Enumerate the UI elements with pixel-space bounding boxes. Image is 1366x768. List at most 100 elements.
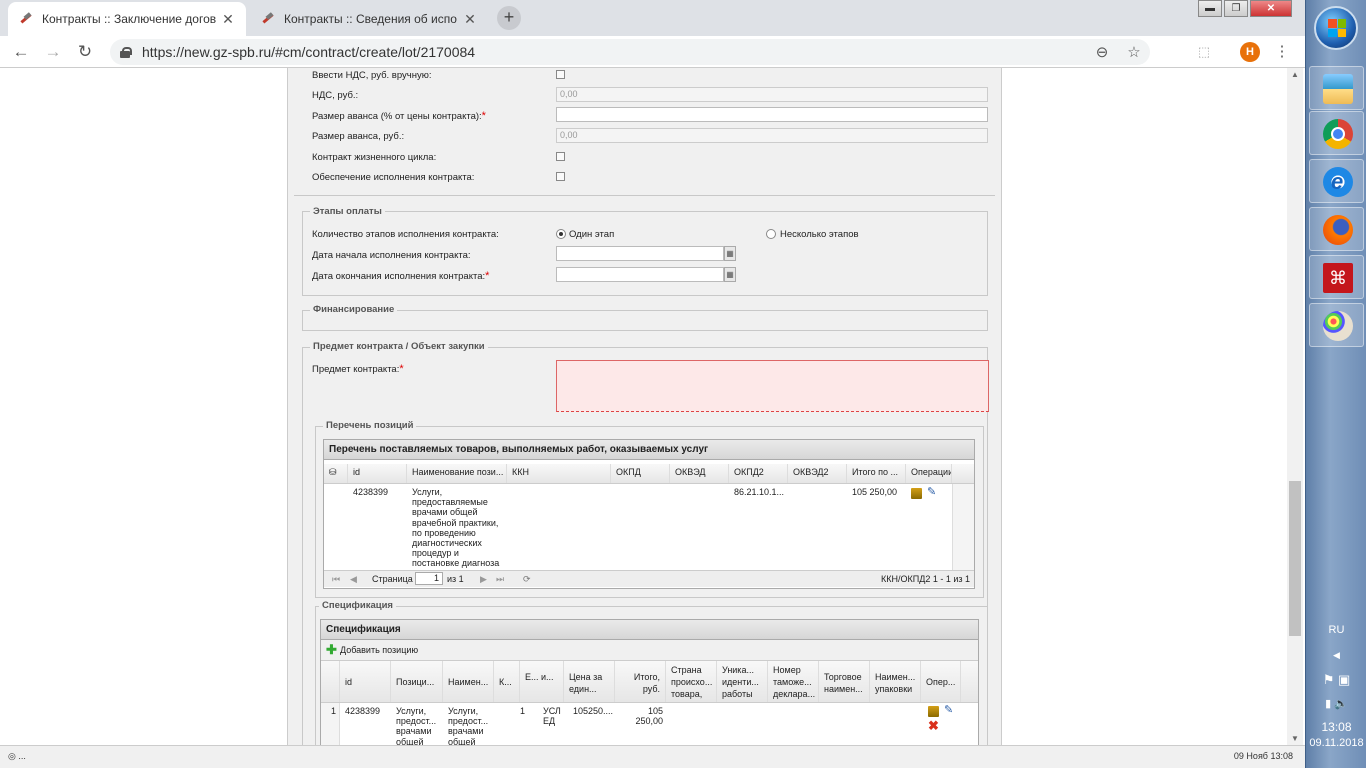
close-icon[interactable]: ✕ — [462, 11, 478, 28]
column-header[interactable]: Итого, руб. — [615, 661, 666, 702]
column-header[interactable]: Итого по ... — [847, 464, 906, 483]
back-icon[interactable]: ← — [10, 41, 32, 63]
scroll-down-icon[interactable]: ▼ — [1287, 734, 1303, 743]
clock-date[interactable]: 09.11.2018 — [1306, 737, 1366, 749]
column-header[interactable]: ККН — [507, 464, 611, 483]
document-icon[interactable] — [928, 706, 939, 717]
column-header[interactable]: Опер... — [921, 661, 961, 702]
scroll-up-icon[interactable]: ▲ — [1287, 70, 1303, 79]
security-checkbox[interactable] — [556, 172, 565, 181]
first-page-icon[interactable]: ⏮ — [332, 574, 340, 585]
one-stage-radio[interactable] — [556, 229, 566, 239]
table-row[interactable]: 1 4238399 Услуги, предост... врачами общ… — [321, 703, 961, 745]
subject-textarea[interactable] — [556, 360, 989, 412]
column-header[interactable]: id — [340, 661, 391, 702]
taskbar-internet-explorer[interactable]: e — [1309, 159, 1364, 203]
column-header[interactable]: ОКВЭД — [670, 464, 729, 483]
tab-contract-conclusion[interactable]: Контракты :: Заключение догов ✕ — [8, 2, 246, 36]
column-header[interactable]: Наимен... упаковки — [870, 661, 921, 702]
browser-toolbar: ← → ↻ https://new.gz-spb.ru/#cm/contract… — [0, 36, 1305, 68]
gavel-icon — [18, 11, 34, 27]
column-header[interactable]: Цена за един... — [564, 661, 615, 702]
column-header[interactable]: Страна происхо... товара, ... — [666, 661, 717, 702]
clear-filter-icon[interactable]: ⛁ — [324, 464, 348, 483]
vat-label: НДС, руб.: — [312, 90, 359, 101]
pdf-extension-icon[interactable]: ⬚ — [1194, 42, 1214, 62]
advance-percent-field[interactable] — [556, 107, 988, 122]
column-header[interactable]: Операции — [906, 464, 952, 483]
minimize-button[interactable]: ▬ — [1198, 0, 1222, 17]
new-tab-button[interactable]: + — [497, 6, 521, 30]
page-number-input[interactable]: 1 — [415, 572, 443, 585]
edit-pencil-icon[interactable]: ✎ — [944, 705, 955, 716]
contract-form: Ввести НДС, руб. вручную: НДС, руб.: 0,0… — [287, 68, 1002, 745]
column-header[interactable]: Позици... — [391, 661, 443, 702]
pager-summary: ККН/ОКПД2 1 - 1 из 1 — [881, 574, 970, 584]
tab-title: Контракты :: Сведения об испо — [284, 12, 457, 26]
vat-manual-checkbox[interactable] — [556, 70, 565, 79]
taskbar-paint[interactable] — [1309, 303, 1364, 347]
calendar-icon[interactable]: ▦ — [724, 246, 736, 261]
financing-legend[interactable]: Финансирование — [310, 304, 398, 315]
cell-position: Услуги, предост... врачами общей — [396, 706, 437, 745]
last-page-icon[interactable]: ⏭ — [496, 574, 504, 585]
column-header[interactable]: ОКВЭД2 — [788, 464, 847, 483]
scroll-thumb[interactable] — [1289, 481, 1301, 636]
advance-percent-label: Размер аванса (% от цены контракта):* — [312, 110, 486, 122]
column-header[interactable]: Торговое наимен... — [819, 661, 870, 702]
maximize-button[interactable]: ❐ — [1224, 0, 1248, 17]
profile-avatar[interactable]: Н — [1240, 42, 1260, 62]
table-row[interactable]: 4238399 Услуги, предоставляемые врачами … — [324, 484, 952, 570]
taskbar-firefox[interactable] — [1309, 207, 1364, 251]
menu-kebab-icon[interactable]: ⋮ — [1272, 42, 1292, 62]
vat-field[interactable]: 0,00 — [556, 87, 988, 102]
taskbar-file-manager[interactable] — [1309, 66, 1364, 110]
refresh-icon[interactable]: ⟳ — [523, 574, 531, 585]
show-hidden-icons[interactable]: ◀ — [1306, 650, 1366, 661]
cell-id: 4238399 — [353, 487, 389, 497]
document-icon[interactable] — [911, 488, 922, 499]
lifecycle-checkbox[interactable] — [556, 152, 565, 161]
end-date-field[interactable] — [556, 267, 724, 282]
stages-count-label: Количество этапов исполнения контракта: — [312, 229, 499, 240]
column-header[interactable]: Наименование пози... — [407, 464, 507, 483]
language-indicator[interactable]: RU — [1306, 624, 1366, 636]
forward-icon[interactable]: → — [42, 41, 64, 63]
tab-contract-execution[interactable]: Контракты :: Сведения об испо ✕ — [250, 2, 488, 36]
calendar-icon[interactable]: ▦ — [724, 267, 736, 282]
delete-icon[interactable]: ✖ — [928, 719, 939, 732]
prev-page-icon[interactable]: ◀ — [350, 574, 357, 585]
column-header[interactable]: id — [348, 464, 407, 483]
column-header[interactable]: Уника... иденти... работы ... — [717, 661, 768, 702]
column-header[interactable]: ОКПД — [611, 464, 670, 483]
bookmark-star-icon[interactable]: ☆ — [1118, 43, 1150, 61]
financing-fieldset[interactable] — [302, 310, 988, 331]
window-close-button[interactable]: ✕ — [1250, 0, 1292, 17]
column-header[interactable]: Е... и... — [520, 661, 564, 702]
column-header[interactable]: Номер таможе... деклара... — [768, 661, 819, 702]
add-position-button[interactable]: Добавить позицию — [340, 645, 418, 655]
taskbar-chrome[interactable] — [1309, 111, 1364, 155]
grid-scrollbar[interactable] — [952, 484, 974, 570]
network-volume-icon[interactable]: ▮ 🔈 — [1306, 697, 1366, 710]
clock-time[interactable]: 13:08 — [1306, 720, 1366, 734]
column-header[interactable]: К... — [494, 661, 520, 702]
next-page-icon[interactable]: ▶ — [480, 574, 487, 585]
add-icon[interactable]: ✚ — [326, 643, 337, 656]
action-center-icon[interactable]: ⚑ ▣ — [1306, 672, 1366, 688]
start-date-field[interactable] — [556, 246, 724, 261]
edit-pencil-icon[interactable]: ✎ — [927, 487, 938, 498]
page-scrollbar[interactable]: ▲ ▼ — [1287, 68, 1303, 745]
close-icon[interactable]: ✕ — [220, 11, 236, 28]
address-bar[interactable]: https://new.gz-spb.ru/#cm/contract/creat… — [110, 39, 1150, 65]
windows-logo-icon — [1328, 19, 1346, 37]
many-stages-radio[interactable] — [766, 229, 776, 239]
zoom-icon[interactable]: ⊖ — [1086, 43, 1118, 61]
reload-icon[interactable]: ↻ — [74, 41, 96, 63]
taskbar-acrobat[interactable]: ⌘ — [1309, 255, 1364, 299]
start-button[interactable] — [1314, 6, 1358, 50]
column-header[interactable]: ОКПД2 — [729, 464, 788, 483]
column-header[interactable]: Наимен... — [443, 661, 494, 702]
cell-name: Услуги, предоставляемые врачами общей вр… — [412, 487, 500, 569]
advance-amount-field[interactable]: 0,00 — [556, 128, 988, 143]
